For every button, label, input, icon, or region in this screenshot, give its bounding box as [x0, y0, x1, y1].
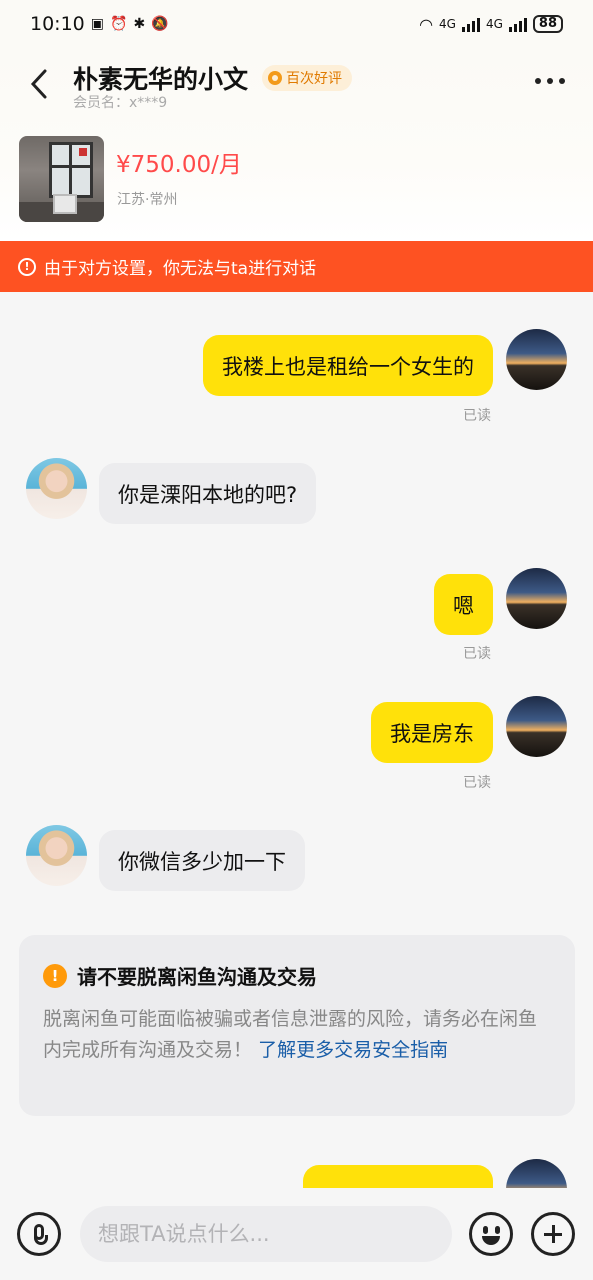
message-input[interactable] — [80, 1206, 452, 1262]
message-bubble-outgoing[interactable]: 我是房东 — [371, 702, 493, 763]
chevron-left-icon — [30, 69, 47, 99]
network-label-2: 4G — [485, 17, 503, 31]
voice-input-button[interactable] — [17, 1212, 61, 1256]
page-title: 朴素无华的小文 — [73, 65, 249, 94]
message-bubble-outgoing-partial[interactable] — [303, 1165, 493, 1188]
status-right: ◠ 4G 4G 88 — [419, 15, 563, 34]
microphone-stand-icon — [34, 1235, 48, 1245]
warning-text: 由于对方设置，你无法与ta进行对话 — [44, 259, 317, 279]
status-bar: 10:10 ▣ ⏰ ✱ 🔕 ◠ 4G 4G 88 — [0, 0, 593, 48]
emoji-mouth-icon — [482, 1236, 500, 1245]
signal-icon-1 — [461, 16, 480, 32]
more-dot-icon — [547, 78, 553, 84]
chat-area[interactable]: 我楼上也是租给一个女生的 已读 你是溧阳本地的吧? 嗯 已读 我是房东 已读 你… — [0, 292, 593, 1188]
more-dot-icon — [559, 78, 565, 84]
member-name: 会员名：x***9 — [73, 95, 168, 111]
listing-thumbnail[interactable] — [19, 136, 104, 222]
badge-label: 百次好评 — [286, 71, 342, 87]
status-time: 10:10 — [30, 13, 85, 35]
back-button[interactable] — [22, 64, 56, 104]
avatar-self[interactable] — [506, 696, 567, 757]
network-label-1: 4G — [439, 17, 456, 31]
battery-icon: 88 — [532, 15, 563, 33]
status-left: 10:10 ▣ ⏰ ✱ 🔕 — [30, 13, 169, 35]
alert-icon: ! — [18, 257, 36, 276]
thumbnail-decor — [79, 148, 87, 156]
avatar-self[interactable] — [506, 329, 567, 390]
message-bubble-outgoing[interactable]: 嗯 — [434, 574, 493, 635]
input-bar — [0, 1188, 593, 1280]
message-bubble-outgoing[interactable]: 我楼上也是租给一个女生的 — [203, 335, 493, 396]
message-bubble-incoming[interactable]: 你微信多少加一下 — [99, 830, 305, 891]
notice-title-row: ! 请不要脱离闲鱼沟通及交易 — [43, 961, 551, 990]
warning-icon: ! — [43, 963, 67, 988]
message-bubble-incoming[interactable]: 你是溧阳本地的吧? — [99, 463, 317, 524]
read-receipt: 已读 — [463, 408, 491, 424]
more-dot-icon — [535, 78, 541, 84]
avatar-contact[interactable] — [26, 825, 87, 886]
notice-body: 脱离闲鱼可能面临被骗或者信息泄露的风险，请务必在闲鱼内完成所有沟通及交易！ 了解… — [43, 1004, 551, 1066]
listing-location: 江苏·常州 — [117, 192, 178, 208]
avatar-contact[interactable] — [26, 458, 87, 519]
emoji-eye-icon — [495, 1226, 500, 1234]
more-actions-button[interactable] — [531, 1212, 575, 1256]
read-receipt: 已读 — [463, 646, 491, 662]
chat-header: 朴素无华的小文 百次好评 会员名：x***9 ¥750.00/月 江苏·常州 — [0, 48, 593, 241]
avatar-self[interactable] — [506, 568, 567, 629]
emoji-button[interactable] — [469, 1212, 513, 1256]
mute-icon: 🔕 — [151, 16, 169, 32]
safety-notice: ! 请不要脱离闲鱼沟通及交易 脱离闲鱼可能面临被骗或者信息泄露的风险，请务必在闲… — [19, 935, 575, 1116]
avatar-self[interactable] — [506, 1159, 567, 1188]
signal-icon-2 — [508, 16, 527, 32]
alarm-icon: ⏰ — [110, 16, 128, 32]
warning-bar: ! 由于对方设置，你无法与ta进行对话 — [0, 241, 593, 292]
rating-badge: 百次好评 — [262, 65, 352, 91]
thumbnail-chair — [53, 194, 77, 214]
read-receipt: 已读 — [463, 775, 491, 791]
listing-price[interactable]: ¥750.00/月 — [116, 145, 242, 179]
wifi-icon: ◠ — [419, 14, 434, 34]
nfc-icon: ▣ — [90, 16, 104, 32]
badge-icon — [268, 71, 282, 85]
emoji-eye-icon — [483, 1226, 488, 1234]
bluetooth-icon: ✱ — [133, 16, 146, 32]
notice-title: 请不要脱离闲鱼沟通及交易 — [77, 965, 317, 989]
safety-guide-link[interactable]: 了解更多交易安全指南 — [258, 1039, 448, 1061]
more-options-button[interactable] — [535, 78, 565, 84]
